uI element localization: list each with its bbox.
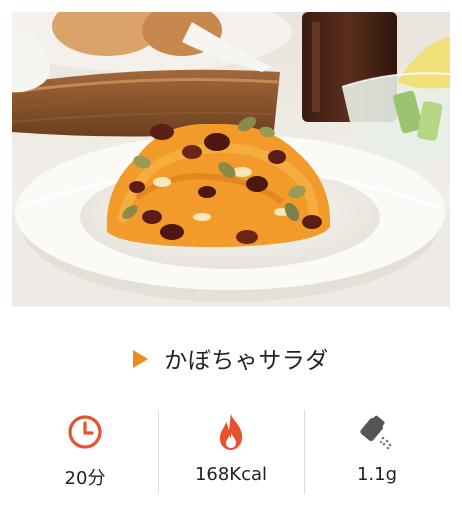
recipe-photo[interactable] xyxy=(12,12,450,307)
play-icon xyxy=(133,349,149,368)
salt-shaker-icon xyxy=(357,412,397,452)
recipe-title-row[interactable]: かぼちゃサラダ xyxy=(0,336,462,380)
calories-value: 168Kcal xyxy=(194,464,268,485)
flame-icon xyxy=(217,412,245,452)
cooking-time-value: 20分 xyxy=(64,468,106,489)
calories-stat: 168Kcal xyxy=(158,408,304,498)
pumpkin-salad-image xyxy=(12,12,450,307)
salt-stat: 1.1g xyxy=(304,408,450,498)
salt-value: 1.1g xyxy=(356,464,398,485)
recipe-title[interactable]: かぼちゃサラダ xyxy=(164,341,329,375)
recipe-card[interactable]: かぼちゃサラダ 20分 168Kcal 1.1g xyxy=(0,0,462,514)
cooking-time-stat: 20分 xyxy=(12,408,158,498)
clock-icon xyxy=(67,412,103,452)
recipe-stats: 20分 168Kcal 1.1g xyxy=(12,408,450,498)
